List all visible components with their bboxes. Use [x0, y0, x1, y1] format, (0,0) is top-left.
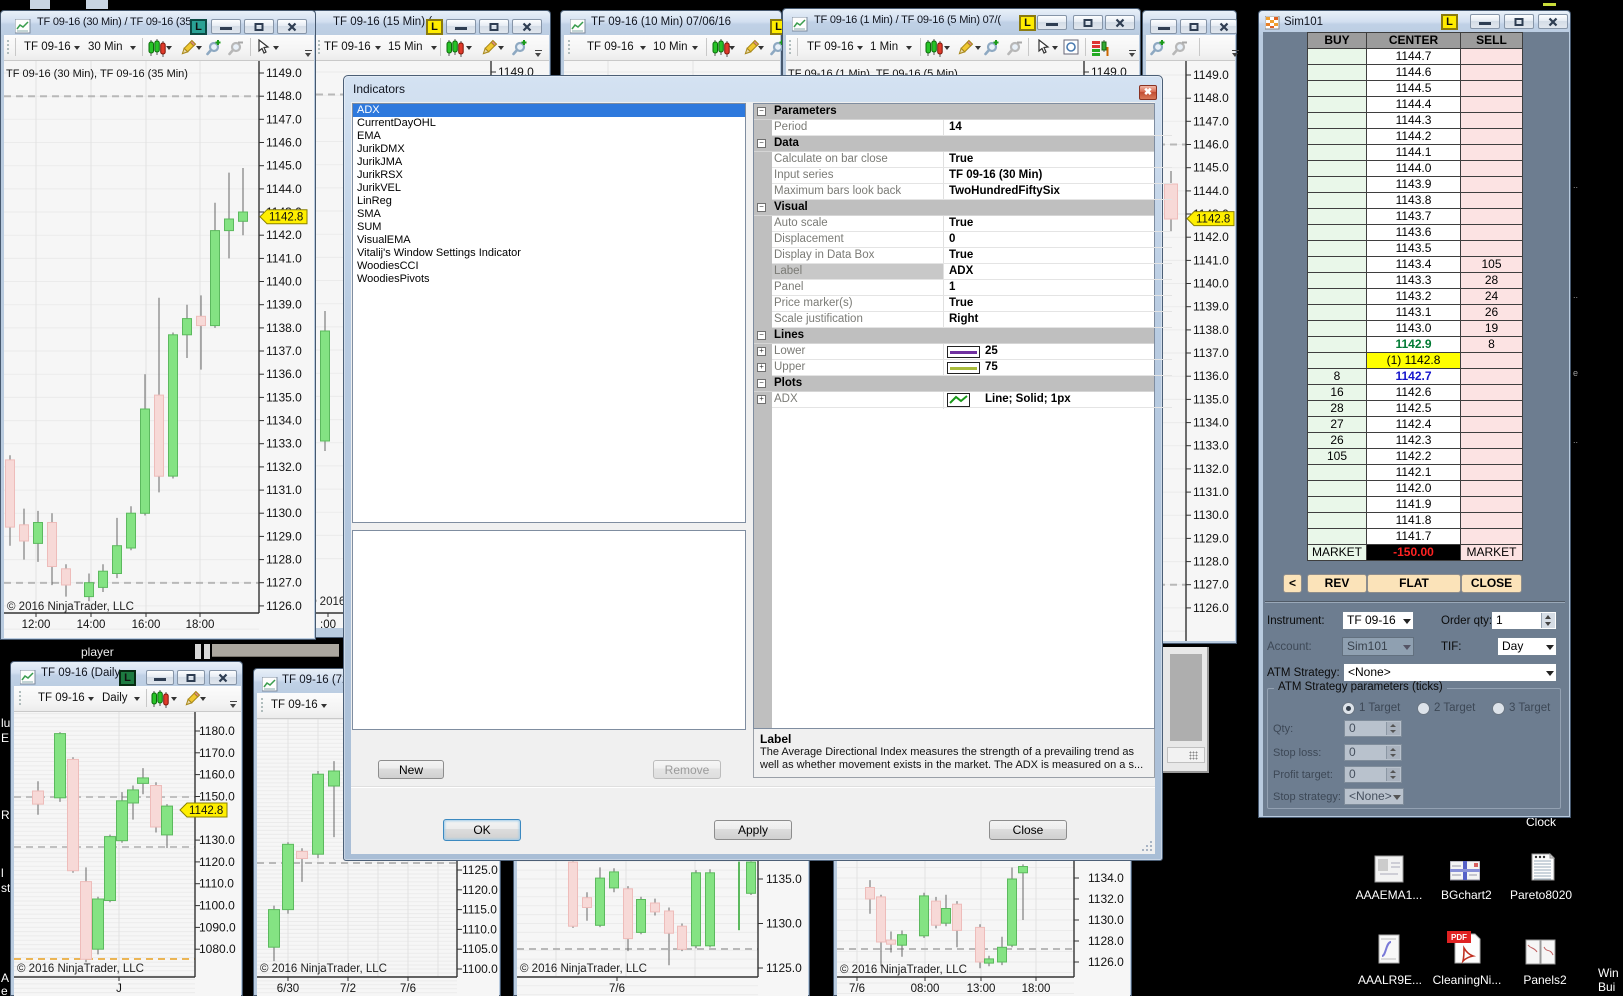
- svg-text:1180.0: 1180.0: [199, 724, 235, 738]
- svg-text:1090.0: 1090.0: [199, 920, 236, 934]
- svg-text:1125.0: 1125.0: [766, 961, 802, 975]
- svg-text:© 2016 NinjaTrader, LLC: © 2016 NinjaTrader, LLC: [520, 963, 647, 975]
- svg-text:1126.0: 1126.0: [1088, 955, 1124, 969]
- svg-text:1149.0: 1149.0: [1193, 68, 1229, 82]
- svg-text:1120.0: 1120.0: [199, 855, 235, 869]
- svg-text:1142.8: 1142.8: [1196, 214, 1230, 226]
- svg-text:1142.0: 1142.0: [1193, 230, 1229, 244]
- svg-text:1139.0: 1139.0: [266, 298, 302, 312]
- svg-text:1110.0: 1110.0: [462, 922, 497, 936]
- svg-text:1134.0: 1134.0: [1193, 416, 1229, 430]
- svg-text:© 2016 NinjaTrader, LLC: © 2016 NinjaTrader, LLC: [17, 963, 144, 975]
- svg-text:1144.0: 1144.0: [1193, 184, 1229, 198]
- svg-text:1126.0: 1126.0: [1193, 601, 1229, 615]
- svg-text:1160.0: 1160.0: [199, 768, 235, 782]
- svg-text:18:00: 18:00: [186, 619, 215, 631]
- svg-text:1135.0: 1135.0: [266, 390, 302, 404]
- svg-text:1132.0: 1132.0: [1088, 892, 1124, 906]
- svg-text:1128.0: 1128.0: [1088, 934, 1124, 948]
- svg-text:TF 09-16 (30 Min), TF 09-16 (3: TF 09-16 (30 Min), TF 09-16 (35 Min): [6, 68, 188, 80]
- svg-text:1128.0: 1128.0: [1193, 555, 1229, 569]
- svg-text:PDF: PDF: [1451, 933, 1467, 942]
- svg-text:1130.0: 1130.0: [1088, 913, 1124, 927]
- svg-text:7/6: 7/6: [849, 983, 865, 995]
- svg-text:1130.0: 1130.0: [1193, 508, 1229, 522]
- svg-text:1115.0: 1115.0: [462, 903, 497, 917]
- svg-text:1141.0: 1141.0: [266, 251, 302, 265]
- svg-text:1129.0: 1129.0: [1193, 531, 1229, 545]
- svg-text:7/6: 7/6: [400, 983, 416, 995]
- svg-text:08:00: 08:00: [911, 983, 940, 995]
- svg-text:1145.0: 1145.0: [1193, 161, 1229, 175]
- svg-text:1146.0: 1146.0: [1193, 138, 1229, 152]
- svg-text:1138.0: 1138.0: [266, 321, 302, 335]
- svg-text:© 2016 NinjaTrader, LLC: © 2016 NinjaTrader, LLC: [7, 601, 134, 613]
- svg-text:1135.0: 1135.0: [766, 872, 802, 886]
- svg-text:1144.0: 1144.0: [266, 182, 302, 196]
- svg-text:1133.0: 1133.0: [266, 437, 302, 451]
- svg-text:1131.0: 1131.0: [266, 483, 302, 497]
- svg-text:1110.0: 1110.0: [199, 877, 234, 891]
- svg-text:1128.0: 1128.0: [266, 553, 302, 567]
- svg-text:1136.0: 1136.0: [1193, 369, 1229, 383]
- svg-text:1134.0: 1134.0: [266, 414, 302, 428]
- svg-text:1129.0: 1129.0: [266, 529, 302, 543]
- svg-text:16:00: 16:00: [132, 619, 161, 631]
- svg-text:1170.0: 1170.0: [199, 746, 235, 760]
- svg-text:1133.0: 1133.0: [1193, 439, 1229, 453]
- svg-text:12:00: 12:00: [22, 619, 51, 631]
- svg-text:1148.0: 1148.0: [1193, 91, 1229, 105]
- svg-text:7/2: 7/2: [340, 983, 356, 995]
- svg-text:1126.0: 1126.0: [266, 599, 302, 613]
- svg-text:1105.0: 1105.0: [462, 942, 498, 956]
- svg-text::00: :00: [320, 619, 336, 628]
- svg-text:1131.0: 1131.0: [1193, 485, 1229, 499]
- svg-text:1138.0: 1138.0: [1193, 323, 1229, 337]
- svg-text:J: J: [116, 983, 122, 995]
- svg-text:1145.0: 1145.0: [266, 159, 302, 173]
- svg-text:1141.0: 1141.0: [1193, 253, 1229, 267]
- svg-text:7/6: 7/6: [609, 983, 625, 995]
- svg-text:1130.0: 1130.0: [766, 917, 802, 931]
- svg-text:1146.0: 1146.0: [266, 136, 302, 150]
- svg-text:1130.0: 1130.0: [199, 833, 235, 847]
- svg-text:1150.0: 1150.0: [199, 790, 235, 804]
- svg-text:1142.0: 1142.0: [266, 228, 302, 242]
- svg-text:14:00: 14:00: [77, 619, 106, 631]
- svg-text:1080.0: 1080.0: [199, 942, 236, 956]
- svg-text:1137.0: 1137.0: [1193, 346, 1229, 360]
- svg-text:1134.0: 1134.0: [1088, 871, 1124, 885]
- svg-text:1136.0: 1136.0: [266, 367, 302, 381]
- svg-text:1130.0: 1130.0: [266, 506, 302, 520]
- svg-text:13:00: 13:00: [967, 983, 996, 995]
- svg-text:1142.8: 1142.8: [189, 805, 223, 817]
- svg-text:1120.0: 1120.0: [462, 883, 498, 897]
- svg-text:1147.0: 1147.0: [1193, 114, 1229, 128]
- svg-text:18:00: 18:00: [1022, 983, 1051, 995]
- svg-text:1100.0: 1100.0: [199, 899, 235, 913]
- svg-text:1140.0: 1140.0: [1193, 277, 1229, 291]
- svg-text:1132.0: 1132.0: [266, 460, 302, 474]
- svg-text:1127.0: 1127.0: [266, 576, 302, 590]
- svg-text:1125.0: 1125.0: [462, 863, 498, 877]
- svg-text:1148.0: 1148.0: [266, 89, 302, 103]
- svg-text:6/30: 6/30: [277, 983, 299, 995]
- svg-text:1135.0: 1135.0: [1193, 392, 1229, 406]
- svg-text:1147.0: 1147.0: [266, 112, 302, 126]
- svg-text:© 2016 NinjaTrader, LLC: © 2016 NinjaTrader, LLC: [840, 964, 967, 976]
- svg-text:1100.0: 1100.0: [462, 962, 498, 976]
- svg-text:1149.0: 1149.0: [266, 66, 302, 80]
- svg-text:1132.0: 1132.0: [1193, 462, 1229, 476]
- svg-text:1142.8: 1142.8: [269, 212, 303, 224]
- svg-text:1140.0: 1140.0: [266, 275, 302, 289]
- svg-text:1127.0: 1127.0: [1193, 578, 1229, 592]
- svg-text:1139.0: 1139.0: [1193, 300, 1229, 314]
- svg-text:© 2016 NinjaTrader, LLC: © 2016 NinjaTrader, LLC: [260, 963, 387, 975]
- svg-text:1137.0: 1137.0: [266, 344, 302, 358]
